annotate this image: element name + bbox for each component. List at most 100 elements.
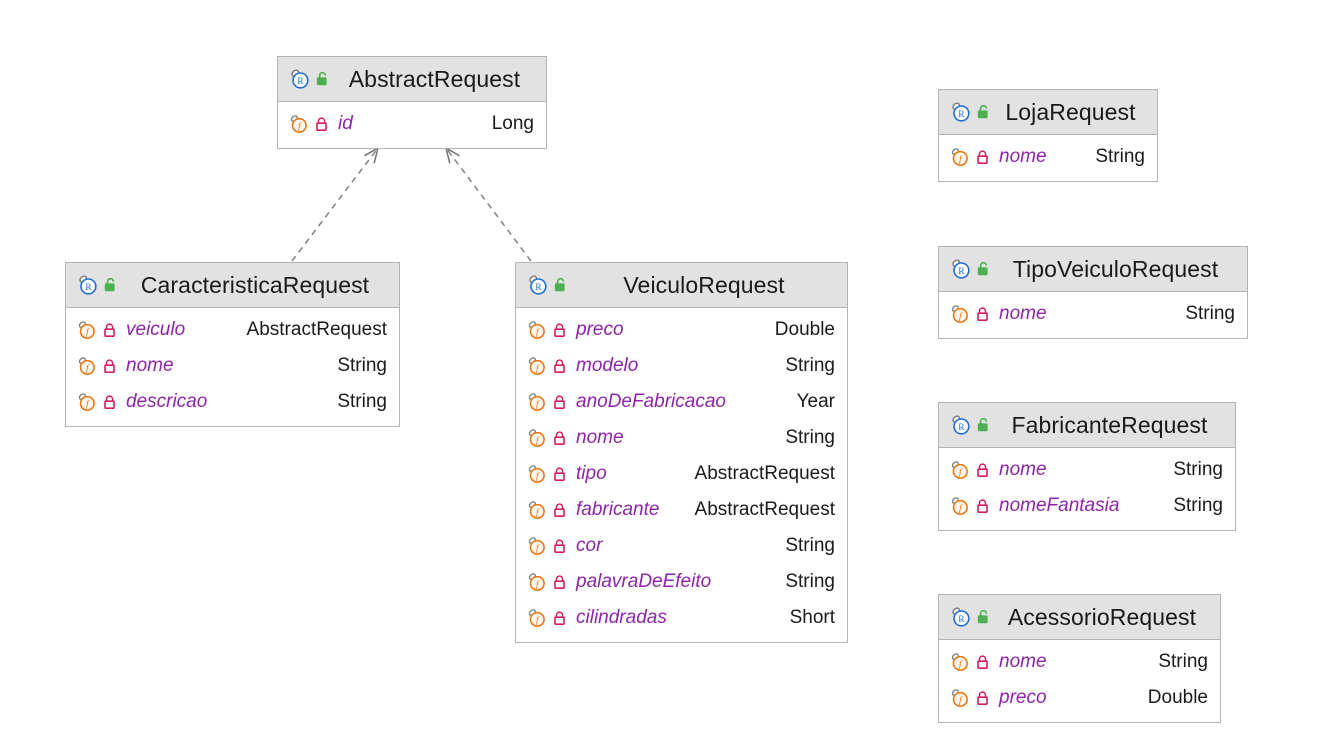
class-name-label: CaracteristicaRequest [140,271,370,298]
padlock-closed-icon [552,466,567,483]
class-header[interactable]: R AcessorioRequest [939,595,1220,640]
padlock-open-icon [976,609,992,626]
padlock-closed-icon [552,538,567,555]
uml-class-tipoveiculorequest[interactable]: R TipoVeiculoRequest f nome String [938,246,1248,339]
class-attribute-row[interactable]: f nome String [939,139,1157,175]
attribute-name: tipo [576,463,607,484]
uml-class-fabricanterequest[interactable]: R FabricanteRequest f nome String f nomeFantas… [938,402,1236,531]
class-record-icon: R [288,67,312,91]
field-icon: f [526,355,548,377]
attribute-name: id [338,113,353,134]
relation-caracteristica-extends-abstract [291,147,379,262]
class-attribute-list: f id Long [278,102,546,148]
class-attribute-row[interactable]: f cor String [516,528,847,564]
class-attribute-row[interactable]: f nome String [66,348,399,384]
attribute-name: nome [576,427,624,448]
class-record-icon: R [949,257,973,281]
class-attribute-list: f preco Double f modelo String f anoDeFabricaca… [516,308,847,642]
padlock-closed-icon [975,498,990,515]
class-attribute-list: f nome String [939,135,1157,181]
attribute-name: veiculo [126,319,186,340]
attribute-name: modelo [576,355,639,376]
field-icon: f [526,535,548,557]
attribute-name: preco [999,687,1047,708]
padlock-closed-icon [552,430,567,447]
class-attribute-row[interactable]: f anoDeFabricacao Year [516,384,847,420]
field-icon: f [526,427,548,449]
attribute-name: nome [999,303,1047,324]
field-icon: f [526,499,548,521]
class-record-icon: R [526,273,550,297]
class-attribute-list: f nome String [939,292,1247,338]
padlock-open-icon [976,261,992,278]
attribute-type: AbstractRequest [694,499,835,520]
field-icon: f [949,495,971,517]
class-record-icon: R [949,413,973,437]
uml-class-abstractrequest[interactable]: R AbstractRequest f id Long [277,56,547,149]
uml-class-lojarequest[interactable]: R LojaRequest f nome String [938,89,1158,182]
class-header[interactable]: R CaracteristicaRequest [66,263,399,308]
class-attribute-row[interactable]: f nomeFantasia String [939,488,1235,524]
field-icon: f [76,355,98,377]
attribute-type: String [785,571,835,592]
class-attribute-row[interactable]: f id Long [278,106,546,142]
uml-class-acessoriorequest[interactable]: R AcessorioRequest f nome String f preco Double [938,594,1221,723]
svg-text:R: R [535,282,542,293]
class-name-label: VeiculoRequest [623,271,785,298]
class-attribute-row[interactable]: f nome String [939,452,1235,488]
class-name-label: FabricanteRequest [1011,411,1208,438]
class-record-icon: R [949,605,973,629]
attribute-name: nome [126,355,174,376]
uml-class-veiculorequest[interactable]: R VeiculoRequest f preco Double f modelo String… [515,262,848,643]
padlock-open-icon [976,104,992,121]
uml-class-caracteristicarequest[interactable]: R CaracteristicaRequest f veiculo AbstractRe… [65,262,400,427]
field-icon: f [526,607,548,629]
svg-text:R: R [297,76,304,87]
attribute-type: String [1095,146,1145,167]
padlock-closed-icon [552,358,567,375]
class-attribute-row[interactable]: f nome String [939,644,1220,680]
class-header[interactable]: R VeiculoRequest [516,263,847,308]
padlock-closed-icon [552,502,567,519]
class-attribute-row[interactable]: f nome String [516,420,847,456]
class-attribute-row[interactable]: f modelo String [516,348,847,384]
padlock-open-icon [103,277,119,294]
attribute-type: Double [774,319,835,340]
attribute-name: nome [999,651,1047,672]
field-icon: f [949,651,971,673]
class-header[interactable]: R TipoVeiculoRequest [939,247,1247,292]
padlock-closed-icon [552,610,567,627]
svg-text:R: R [958,109,965,120]
class-attribute-row[interactable]: f palavraDeEfeito String [516,564,847,600]
padlock-closed-icon [975,462,990,479]
field-icon: f [949,303,971,325]
relation-veiculo-extends-abstract [445,147,532,262]
class-record-icon: R [949,100,973,124]
attribute-name: preco [576,319,624,340]
attribute-name: palavraDeEfeito [576,571,712,592]
class-attribute-row[interactable]: f fabricante AbstractRequest [516,492,847,528]
attribute-type: AbstractRequest [694,463,835,484]
class-attribute-row[interactable]: f preco Double [516,312,847,348]
class-attribute-row[interactable]: f descricao String [66,384,399,420]
padlock-closed-icon [975,654,990,671]
class-attribute-list: f veiculo AbstractRequest f nome String f descr… [66,308,399,426]
attribute-type: String [785,535,835,556]
attribute-name: descricao [126,391,208,412]
field-icon: f [526,463,548,485]
class-header[interactable]: R FabricanteRequest [939,403,1235,448]
class-name-label: AcessorioRequest [1007,603,1197,630]
padlock-closed-icon [975,149,990,166]
class-header[interactable]: R AbstractRequest [278,57,546,102]
diagram-canvas: R AbstractRequest f id Long R CaracteristicaRe… [0,0,1321,742]
class-header[interactable]: R LojaRequest [939,90,1157,135]
padlock-open-icon [315,71,331,88]
attribute-name: nome [999,459,1047,480]
padlock-closed-icon [102,322,117,339]
class-attribute-row[interactable]: f cilindradas Short [516,600,847,636]
class-attribute-row[interactable]: f preco Double [939,680,1220,716]
class-attribute-row[interactable]: f nome String [939,296,1247,332]
class-attribute-row[interactable]: f veiculo AbstractRequest [66,312,399,348]
class-attribute-row[interactable]: f tipo AbstractRequest [516,456,847,492]
attribute-name: nome [999,146,1047,167]
